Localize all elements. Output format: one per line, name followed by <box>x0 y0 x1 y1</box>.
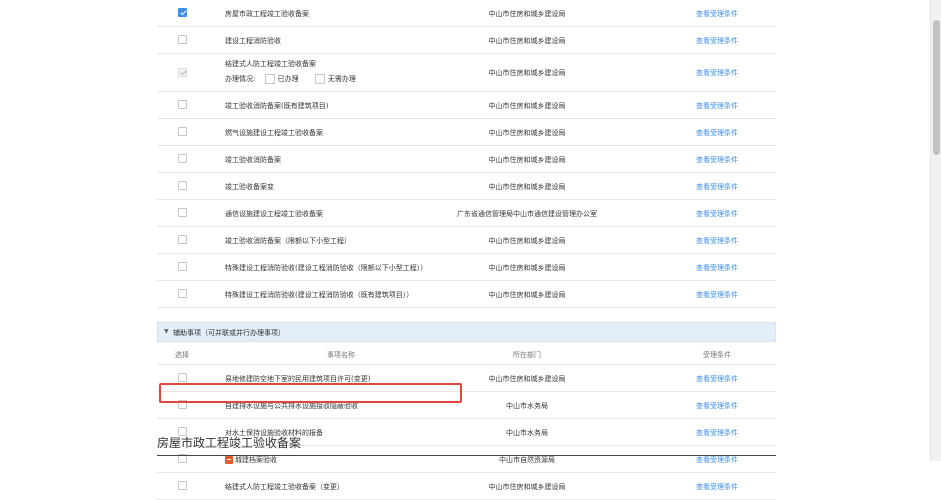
item-dept: 中山市住房和城乡建设局 <box>488 156 566 164</box>
item-name: 通信设施建设工程竣工验收备案 <box>225 210 323 218</box>
row-checkbox[interactable] <box>178 8 187 17</box>
table-row: 特殊建设工程消防验收(建设工程消防验收（限额以下小型工程）） 中山市住房和城乡建… <box>157 254 776 281</box>
table-row: 竣工验收消防备案（限额以下小型工程） 中山市住房和城乡建设局 查看受理条件 <box>157 227 776 254</box>
option-done-checkbox[interactable] <box>264 74 275 84</box>
view-conditions-link[interactable]: 查看受理条件 <box>667 209 767 219</box>
page-title: 房屋市政工程竣工验收备案 <box>157 436 302 450</box>
item-name: 特殊建设工程消防验收(建设工程消防验收（限额以下小型工程）） <box>225 264 428 272</box>
item-name: 竣工验收消防备案 <box>225 156 281 164</box>
item-name: 燃气设施建设工程竣工验收备案 <box>225 129 323 137</box>
row-checkbox[interactable] <box>178 100 187 109</box>
item-dept: 中山市自然资源局 <box>499 456 555 464</box>
row-checkbox[interactable] <box>178 35 187 44</box>
scrollbar-thumb[interactable] <box>933 20 940 155</box>
row-checkbox[interactable] <box>178 181 187 190</box>
item-name: 竣工验收消防备案(既有建筑项目) <box>225 102 329 110</box>
highlight-box <box>159 383 462 403</box>
option-not-needed-label: 无需办理 <box>327 75 356 83</box>
main-items-table: 房屋市政工程竣工验收备案 中山市住房和城乡建设局 查看受理条件 建设工程消防验收… <box>157 0 776 308</box>
item-dept: 中山市住房和城乡建设局 <box>488 237 566 245</box>
item-dept: 中山市住房和城乡建设局 <box>488 10 566 18</box>
item-name: 竣工验收备案变 <box>225 183 274 191</box>
item-dept: 中山市住房和城乡建设局 <box>488 102 566 110</box>
table-row: 结建式人防工程竣工验收备案（变更） 中山市住房和城乡建设局 查看受理条件 <box>157 473 776 500</box>
item-name: 结建式人防工程竣工验收备案 <box>225 60 316 68</box>
file-badge-icon <box>225 456 233 464</box>
row-checkbox <box>178 68 187 77</box>
option-done-label: 已办理 <box>277 75 299 83</box>
header-select: 选择 <box>175 351 189 359</box>
aux-section-title: 辅助事项（可并联或并行办理事项） <box>173 329 285 337</box>
aux-table-header: 选择 事项名称 所在部门 受理条件 <box>157 342 776 365</box>
table-row: 燃气设施建设工程竣工验收备案 中山市住房和城乡建设局 查看受理条件 <box>157 119 776 146</box>
view-conditions-link[interactable]: 查看受理条件 <box>667 263 767 273</box>
view-conditions-link[interactable]: 查看受理条件 <box>667 182 767 192</box>
item-dept: 中山市住房和城乡建设局 <box>488 69 566 77</box>
header-conditions: 受理条件 <box>703 351 731 359</box>
handling-status-label: 办理情况: <box>225 75 256 83</box>
view-conditions-link[interactable]: 查看受理条件 <box>667 236 767 246</box>
item-name: 结建式人防工程竣工验收备案（变更） <box>225 483 344 491</box>
header-dept: 所在部门 <box>513 351 541 359</box>
item-name-text: 城建档案验收 <box>235 456 277 464</box>
item-dept: 广东省通信管理局中山市通信建设管理办公室 <box>457 210 597 218</box>
view-conditions-link[interactable]: 查看受理条件 <box>667 482 767 492</box>
item-name: 房屋市政工程竣工验收备案 <box>225 10 309 18</box>
view-conditions-link[interactable]: 查看受理条件 <box>667 290 767 300</box>
table-row: 建设工程消防验收 中山市住房和城乡建设局 查看受理条件 <box>157 27 776 54</box>
view-conditions-link[interactable]: 查看受理条件 <box>667 128 767 138</box>
item-dept: 中山市住房和城乡建设局 <box>488 183 566 191</box>
table-row: 通信设施建设工程竣工验收备案 广东省通信管理局中山市通信建设管理办公室 查看受理… <box>157 200 776 227</box>
item-dept: 中山市住房和城乡建设局 <box>488 483 566 491</box>
view-conditions-link[interactable]: 查看受理条件 <box>667 9 767 19</box>
aux-section-header[interactable]: ▼ 辅助事项（可并联或并行办理事项） <box>157 322 776 342</box>
view-conditions-link[interactable]: 查看受理条件 <box>667 401 767 411</box>
table-row: 竣工验收备案变 中山市住房和城乡建设局 查看受理条件 <box>157 173 776 200</box>
table-row: 结建式人防工程竣工验收备案 办理情况: 已办理 无需办理 中山市住房和城乡建设局… <box>157 54 776 92</box>
item-dept: 中山市住房和城乡建设局 <box>488 129 566 137</box>
item-name: 竣工验收消防备案（限额以下小型工程） <box>225 237 351 245</box>
row-checkbox[interactable] <box>178 289 187 298</box>
header-name: 事项名称 <box>327 351 355 359</box>
table-row: 特殊建设工程消防验收(建设工程消防验收（既有建筑项目）） 中山市住房和城乡建设局… <box>157 281 776 308</box>
row-checkbox[interactable] <box>178 154 187 163</box>
option-not-needed-checkbox[interactable] <box>314 74 325 84</box>
item-name: 建设工程消防验收 <box>225 37 281 45</box>
view-conditions-link[interactable]: 查看受理条件 <box>667 374 767 384</box>
scrollbar-track[interactable] <box>930 0 941 461</box>
item-dept: 中山市住房和城乡建设局 <box>488 37 566 45</box>
view-conditions-link[interactable]: 查看受理条件 <box>667 101 767 111</box>
item-dept: 中山市住房和城乡建设局 <box>488 291 566 299</box>
chevron-down-icon[interactable]: ▼ <box>164 328 169 335</box>
row-checkbox[interactable] <box>178 262 187 271</box>
item-dept: 中山市住房和城乡建设局 <box>488 264 566 272</box>
table-row: 竣工验收消防备案 中山市住房和城乡建设局 查看受理条件 <box>157 146 776 173</box>
row-checkbox[interactable] <box>178 373 187 382</box>
view-conditions-link[interactable]: 查看受理条件 <box>667 155 767 165</box>
divider <box>157 455 776 456</box>
row-checkbox[interactable] <box>178 235 187 244</box>
view-conditions-link[interactable]: 查看受理条件 <box>667 36 767 46</box>
table-row: 房屋市政工程竣工验收备案 中山市住房和城乡建设局 查看受理条件 <box>157 0 776 27</box>
handling-status: 办理情况: 已办理 无需办理 <box>225 74 356 84</box>
view-conditions-link[interactable]: 查看受理条件 <box>667 455 767 465</box>
item-name: 特殊建设工程消防验收(建设工程消防验收（既有建筑项目）） <box>225 291 414 299</box>
table-row: 竣工验收消防备案(既有建筑项目) 中山市住房和城乡建设局 查看受理条件 <box>157 92 776 119</box>
item-dept: 中山市水务局 <box>506 429 548 437</box>
row-checkbox[interactable] <box>178 127 187 136</box>
content-area: 房屋市政工程竣工验收备案 中山市住房和城乡建设局 查看受理条件 建设工程消防验收… <box>157 0 776 500</box>
view-conditions-link[interactable]: 查看受理条件 <box>667 428 767 438</box>
item-name: 城建档案验收 <box>225 455 277 465</box>
row-checkbox[interactable] <box>178 208 187 217</box>
row-checkbox[interactable] <box>178 481 187 490</box>
view-conditions-link[interactable]: 查看受理条件 <box>667 68 767 78</box>
